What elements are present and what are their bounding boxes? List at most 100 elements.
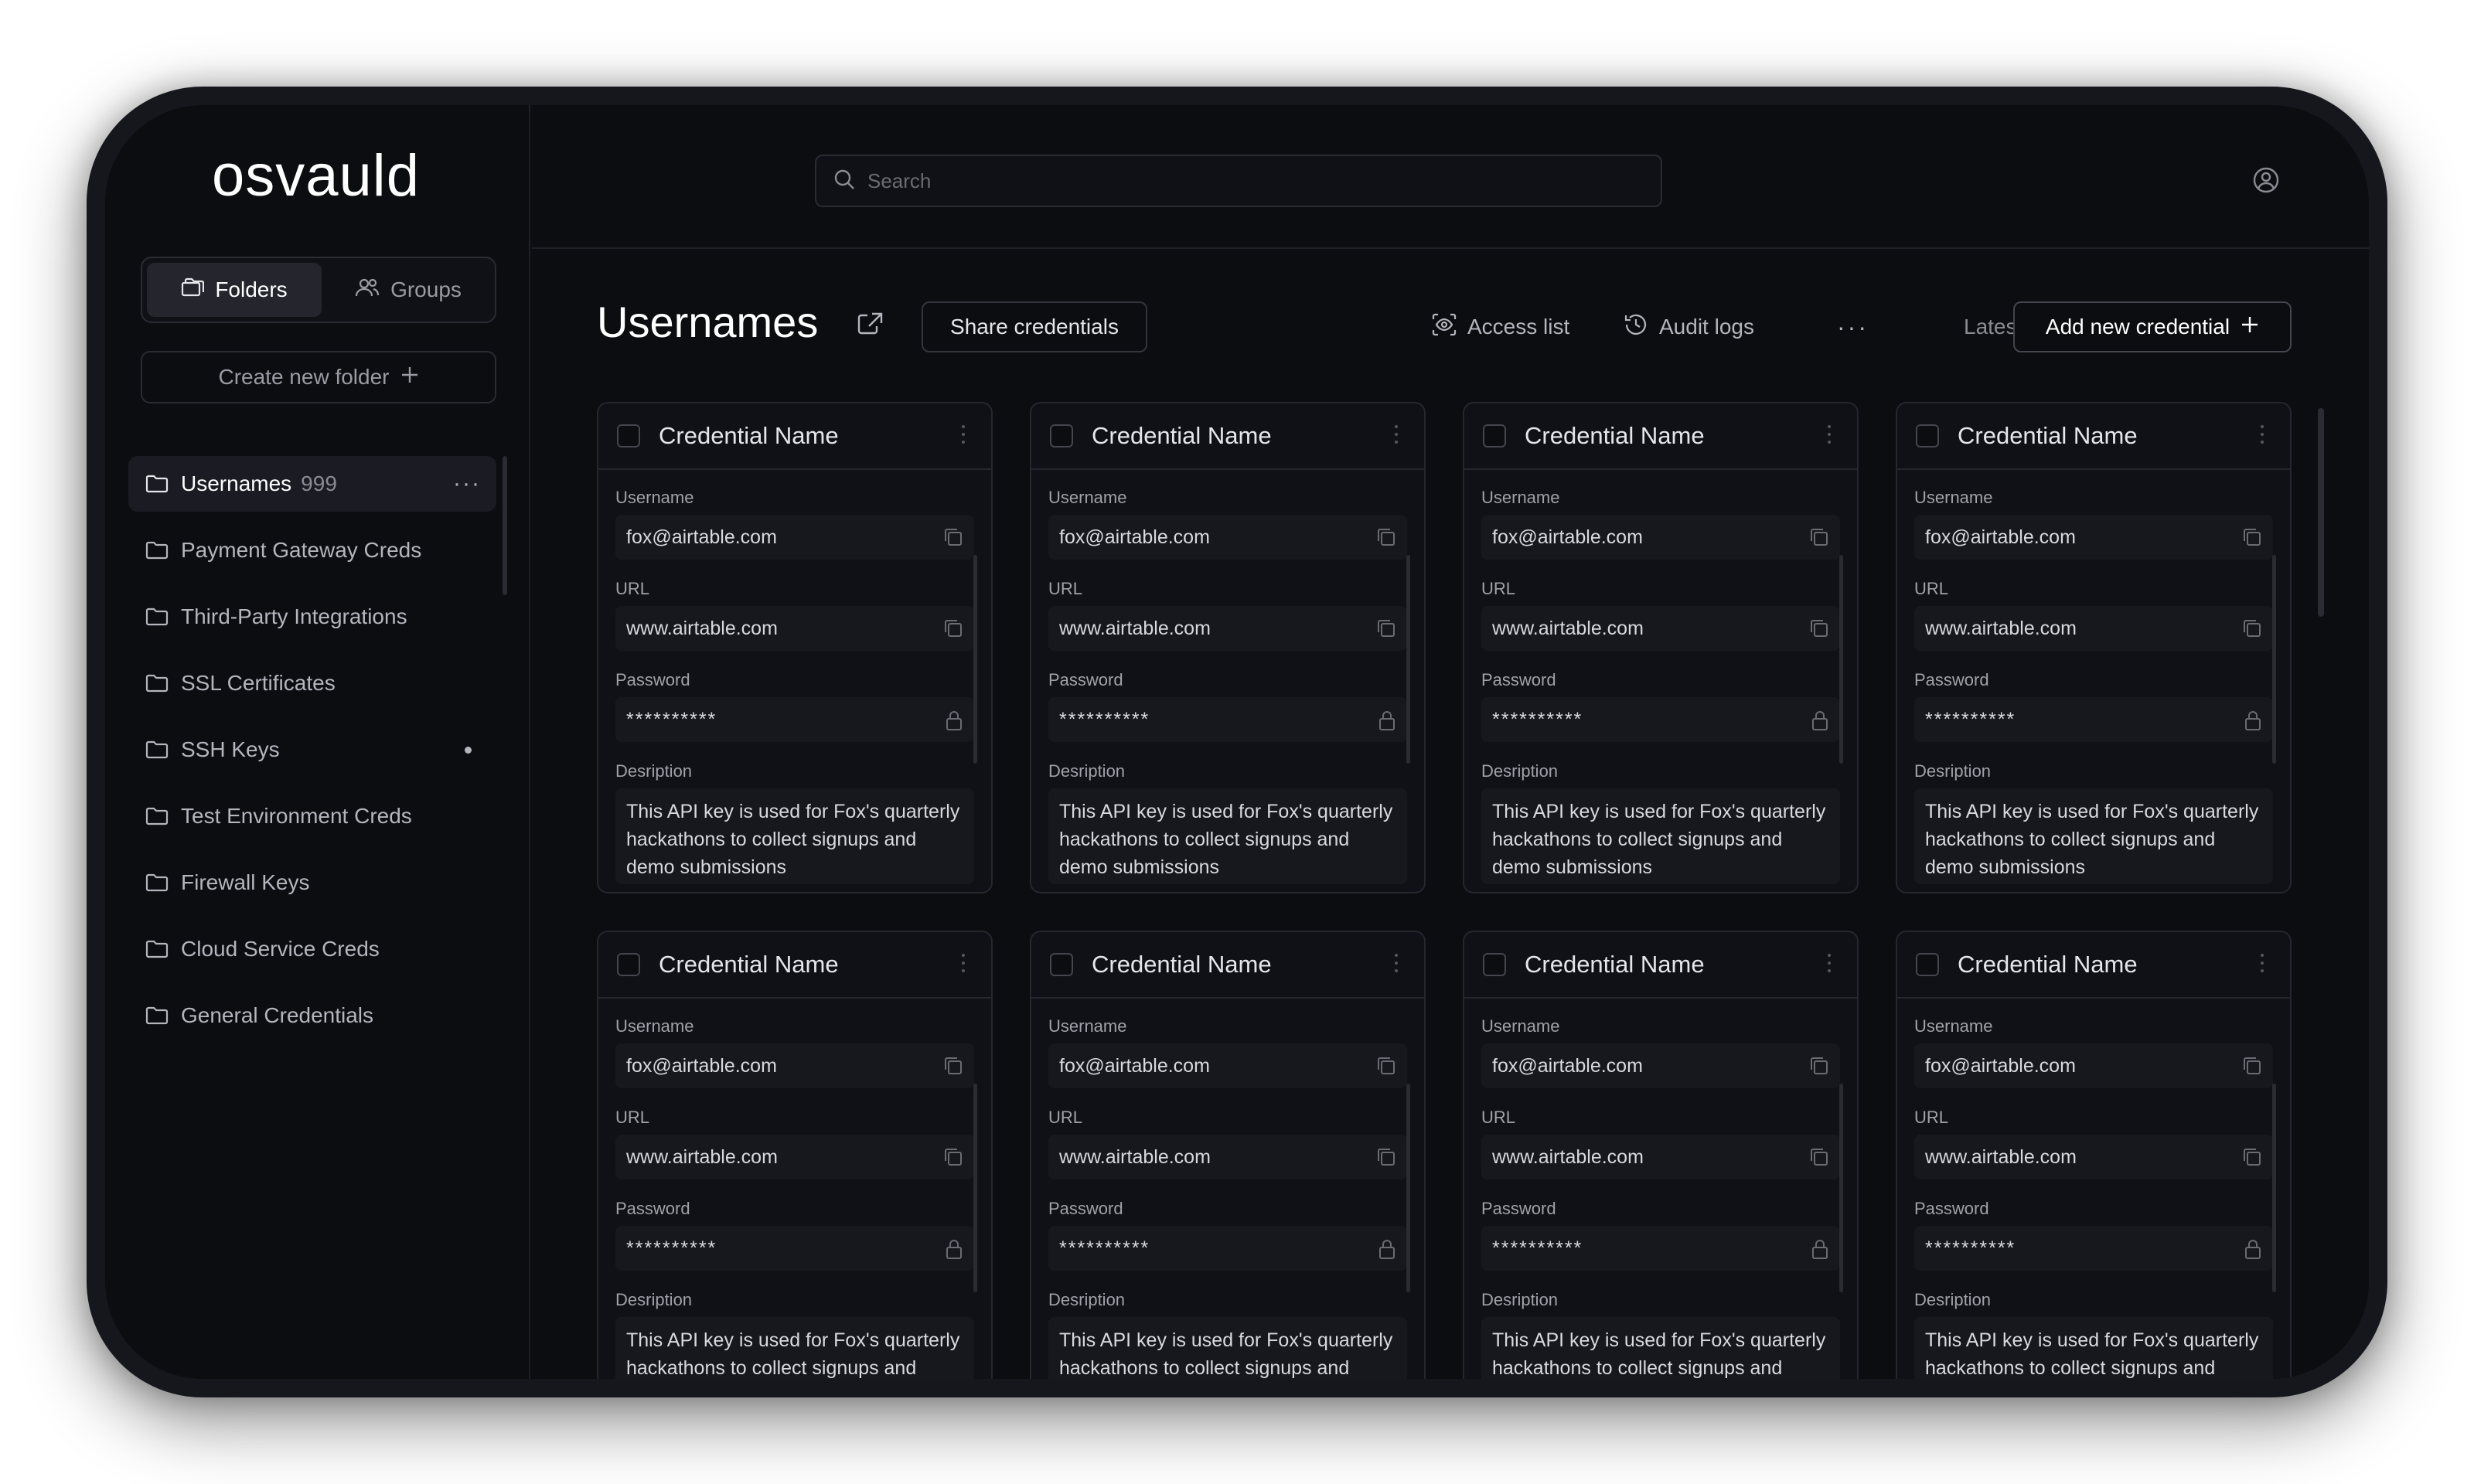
card-checkbox[interactable] bbox=[1050, 424, 1073, 448]
card-scrollbar[interactable] bbox=[973, 555, 977, 764]
url-label: URL bbox=[1481, 1108, 1516, 1127]
sidebar-item-usernames[interactable]: Usernames 999 ··· bbox=[128, 456, 496, 512]
copy-icon[interactable] bbox=[1809, 527, 1829, 553]
credential-card[interactable]: Credential Name Username fox@airtable.co… bbox=[1463, 931, 1859, 1379]
sidebar-item-ssl-certificates[interactable]: SSL Certificates bbox=[128, 655, 496, 711]
lock-icon[interactable] bbox=[1378, 1238, 1396, 1265]
folder-icon bbox=[145, 1006, 169, 1026]
sidebar-item-payment-gateway-creds[interactable]: Payment Gateway Creds bbox=[128, 522, 496, 578]
card-checkbox[interactable] bbox=[617, 953, 640, 976]
plus-icon bbox=[2241, 315, 2259, 339]
credential-card[interactable]: Credential Name Username fox@airtable.co… bbox=[1030, 402, 1426, 893]
password-value: ********** bbox=[1059, 708, 1150, 730]
card-scrollbar[interactable] bbox=[1406, 1084, 1410, 1292]
copy-icon[interactable] bbox=[1809, 618, 1829, 644]
description-value: This API key is used for Fox's quarterly… bbox=[1914, 1317, 2273, 1379]
credential-card[interactable]: Credential Name Username fox@airtable.co… bbox=[1896, 402, 2292, 893]
tab-folders[interactable]: Folders bbox=[147, 263, 322, 317]
username-field: fox@airtable.com bbox=[1048, 515, 1407, 560]
lock-icon[interactable] bbox=[945, 710, 963, 737]
credential-card[interactable]: Credential Name Username fox@airtable.co… bbox=[1896, 931, 2292, 1379]
card-checkbox[interactable] bbox=[1916, 953, 1939, 976]
card-checkbox[interactable] bbox=[1483, 953, 1506, 976]
user-circle-icon[interactable] bbox=[2253, 167, 2279, 197]
copy-icon[interactable] bbox=[2242, 1056, 2262, 1081]
sidebar-scrollbar[interactable] bbox=[503, 456, 507, 595]
lock-icon[interactable] bbox=[1378, 710, 1396, 737]
card-checkbox[interactable] bbox=[1916, 424, 1939, 448]
lock-icon[interactable] bbox=[945, 1238, 963, 1265]
card-scrollbar[interactable] bbox=[2272, 555, 2276, 764]
search-box[interactable] bbox=[815, 155, 1662, 207]
copy-icon[interactable] bbox=[2242, 1147, 2262, 1173]
description-label: Desription bbox=[1481, 1290, 1559, 1309]
lock-icon[interactable] bbox=[2244, 1238, 2262, 1265]
url-value: www.airtable.com bbox=[1059, 1145, 1211, 1168]
url-value: www.airtable.com bbox=[1492, 1145, 1644, 1168]
card-scrollbar[interactable] bbox=[1406, 555, 1410, 764]
copy-icon[interactable] bbox=[1376, 618, 1396, 644]
sidebar-item-firewall-keys[interactable]: Firewall Keys bbox=[128, 855, 496, 910]
copy-icon[interactable] bbox=[943, 618, 963, 644]
card-scrollbar[interactable] bbox=[1839, 1084, 1843, 1292]
kebab-menu-icon[interactable] bbox=[1395, 425, 1398, 444]
lock-icon[interactable] bbox=[1811, 710, 1829, 737]
copy-icon[interactable] bbox=[943, 1056, 963, 1081]
card-scrollbar[interactable] bbox=[1839, 555, 1843, 764]
more-options-button[interactable]: ··· bbox=[1837, 301, 1869, 352]
card-checkbox[interactable] bbox=[1050, 953, 1073, 976]
copy-icon[interactable] bbox=[1376, 1056, 1396, 1081]
folder-more-icon[interactable]: ··· bbox=[453, 471, 481, 497]
kebab-menu-icon[interactable] bbox=[962, 425, 965, 444]
tab-groups[interactable]: Groups bbox=[325, 263, 492, 317]
kebab-menu-icon[interactable] bbox=[2261, 954, 2264, 972]
kebab-menu-icon[interactable] bbox=[962, 954, 965, 972]
copy-icon[interactable] bbox=[1809, 1147, 1829, 1173]
kebab-menu-icon[interactable] bbox=[1395, 954, 1398, 972]
sidebar-item-ssh-keys[interactable]: SSH Keys bbox=[128, 722, 496, 778]
copy-icon[interactable] bbox=[1809, 1056, 1829, 1081]
username-field: fox@airtable.com bbox=[1048, 1043, 1407, 1088]
copy-icon[interactable] bbox=[1376, 1147, 1396, 1173]
credential-card[interactable]: Credential Name Username fox@airtable.co… bbox=[1463, 402, 1859, 893]
audit-logs-button[interactable]: Audit logs bbox=[1624, 301, 1754, 352]
sidebar-item-third-party-integrations[interactable]: Third-Party Integrations bbox=[128, 589, 496, 645]
copy-icon[interactable] bbox=[943, 527, 963, 553]
copy-icon[interactable] bbox=[2242, 527, 2262, 553]
copy-icon[interactable] bbox=[2242, 618, 2262, 644]
main-scrollbar[interactable] bbox=[2318, 408, 2324, 617]
add-new-credential-button[interactable]: Add new credential bbox=[2013, 301, 2292, 352]
share-icon[interactable] bbox=[857, 311, 884, 339]
folders-icon bbox=[181, 277, 205, 303]
search-input[interactable] bbox=[867, 168, 1563, 193]
sidebar-item-test-environment-creds[interactable]: Test Environment Creds bbox=[128, 788, 496, 844]
card-checkbox[interactable] bbox=[1483, 424, 1506, 448]
kebab-menu-icon[interactable] bbox=[1828, 954, 1831, 972]
folder-icon bbox=[145, 673, 169, 693]
credential-card[interactable]: Credential Name Username fox@airtable.co… bbox=[597, 931, 993, 1379]
folder-icon bbox=[145, 806, 169, 826]
unread-dot bbox=[465, 746, 472, 754]
credential-card[interactable]: Credential Name Username fox@airtable.co… bbox=[1030, 931, 1426, 1379]
username-label: Username bbox=[1481, 488, 1560, 507]
create-folder-button[interactable]: Create new folder bbox=[141, 351, 496, 403]
username-value: fox@airtable.com bbox=[1492, 526, 1643, 548]
card-checkbox[interactable] bbox=[617, 424, 640, 448]
card-scrollbar[interactable] bbox=[973, 1084, 977, 1292]
card-scrollbar[interactable] bbox=[2272, 1084, 2276, 1292]
copy-icon[interactable] bbox=[1376, 527, 1396, 553]
password-field: ********** bbox=[1481, 1226, 1840, 1271]
sidebar-item-cloud-service-creds[interactable]: Cloud Service Creds bbox=[128, 921, 496, 977]
username-value: fox@airtable.com bbox=[626, 526, 777, 548]
kebab-menu-icon[interactable] bbox=[2261, 425, 2264, 444]
copy-icon[interactable] bbox=[943, 1147, 963, 1173]
card-header: Credential Name bbox=[598, 403, 991, 470]
lock-icon[interactable] bbox=[1811, 1238, 1829, 1265]
access-list-button[interactable]: Access list bbox=[1432, 301, 1569, 352]
share-credentials-button[interactable]: Share credentials bbox=[922, 301, 1147, 352]
kebab-menu-icon[interactable] bbox=[1828, 425, 1831, 444]
credential-card[interactable]: Credential Name Username fox@airtable.co… bbox=[597, 402, 993, 893]
lock-icon[interactable] bbox=[2244, 710, 2262, 737]
sidebar-item-general-credentials[interactable]: General Credentials bbox=[128, 988, 496, 1043]
card-header: Credential Name bbox=[1897, 403, 2290, 470]
